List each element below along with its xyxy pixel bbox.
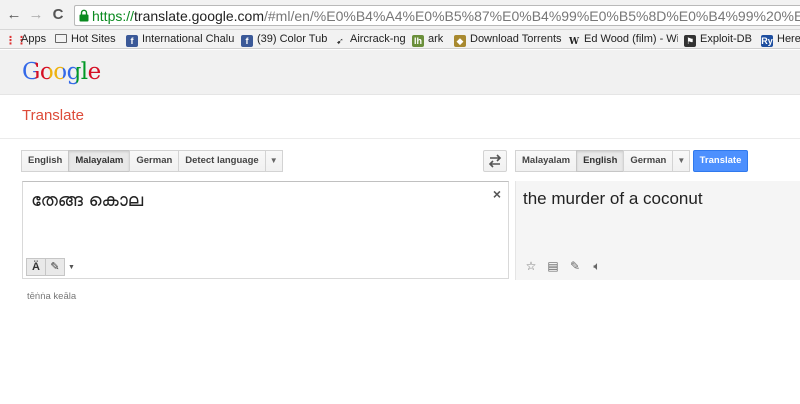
input-tools: Ä ✎ ▼ bbox=[26, 258, 75, 276]
bookmark-here[interactable]: Ry Here bbox=[761, 31, 800, 47]
bookmark-label: International Chalu bbox=[142, 33, 235, 45]
transliteration-text: tēṅṅa keāla bbox=[27, 291, 77, 302]
lh-icon: lh bbox=[412, 35, 424, 47]
back-button[interactable]: ← bbox=[6, 7, 22, 23]
clear-source-button[interactable]: × bbox=[493, 186, 501, 202]
source-lang-detect[interactable]: Detect language bbox=[178, 150, 266, 172]
bookmark-label: Hot Sites bbox=[71, 33, 116, 45]
bookmark-label: Exploit-DB bbox=[700, 33, 752, 45]
google-logo[interactable]: Google bbox=[22, 58, 101, 86]
url-scheme: https:// bbox=[92, 8, 135, 24]
target-lang-malayalam[interactable]: Malayalam bbox=[515, 150, 578, 172]
bookmark-label: Ed Wood (film) - Wi bbox=[584, 33, 678, 45]
lock-icon bbox=[79, 9, 89, 22]
source-text[interactable]: തേങ്ങ കൊല bbox=[31, 190, 143, 211]
bookmark-label: (39) Color Tub bbox=[257, 33, 328, 45]
source-text-area[interactable]: തേങ്ങ കൊല × Ä ✎ ▼ bbox=[22, 181, 509, 279]
bookmark-hot-sites[interactable]: Hot Sites bbox=[55, 31, 116, 47]
bookmarks-bar: ⋮⋮Apps Hot Sites f International Chalu f (… bbox=[0, 30, 800, 49]
virtual-keyboard-button[interactable]: Ä bbox=[26, 258, 46, 276]
translate-button[interactable]: Translate bbox=[693, 150, 748, 172]
bookmark-international-chalu[interactable]: f International Chalu bbox=[126, 31, 236, 47]
swap-languages-button[interactable] bbox=[483, 150, 507, 172]
swap-icon bbox=[488, 154, 502, 168]
source-lang-english[interactable]: English bbox=[21, 150, 70, 172]
google-header: Google bbox=[0, 50, 800, 95]
address-bar[interactable]: https://translate.google.com/#ml/en/%E0%… bbox=[74, 5, 800, 26]
target-lang-german[interactable]: German bbox=[623, 150, 674, 172]
folder-icon bbox=[55, 34, 67, 43]
reload-button[interactable]: C bbox=[50, 7, 66, 23]
handwriting-button[interactable]: ✎ bbox=[45, 258, 65, 276]
bookmark-aircrack[interactable]: ➹ Aircrack-ng bbox=[334, 31, 406, 47]
here-icon: Ry bbox=[761, 35, 773, 47]
bookmark-label: Here bbox=[777, 33, 800, 45]
target-lang-english[interactable]: English bbox=[576, 150, 625, 172]
bookmark-ed-wood[interactable]: W Ed Wood (film) - Wi bbox=[568, 31, 678, 47]
apps-grid-icon: ⋮⋮ bbox=[5, 35, 27, 47]
url-host: translate.google.com bbox=[134, 8, 264, 24]
facebook-icon: f bbox=[241, 35, 253, 47]
forward-button[interactable]: → bbox=[28, 7, 44, 23]
bookmark-apps[interactable]: ⋮⋮Apps bbox=[5, 31, 46, 47]
bookmark-label: ark bbox=[428, 33, 444, 45]
bookmark-download-torrents[interactable]: ◆ Download Torrents bbox=[454, 31, 562, 47]
chevron-down-icon: ▼ bbox=[269, 156, 278, 165]
bookmark-label: Download Torrents bbox=[470, 33, 562, 45]
speaker-icon[interactable]: 🔈︎ bbox=[590, 259, 604, 273]
browser-toolbar: ← → C https://translate.google.com/#ml/e… bbox=[0, 0, 800, 30]
source-language-bar: English Malayalam German Detect language… bbox=[21, 150, 283, 172]
wikipedia-icon: W bbox=[568, 37, 580, 47]
source-lang-malayalam[interactable]: Malayalam bbox=[68, 150, 131, 172]
url-text: https://translate.google.com/#ml/en/%E0%… bbox=[92, 7, 800, 25]
bookmark-color-tub[interactable]: f (39) Color Tub bbox=[241, 31, 327, 47]
chevron-down-icon: ▼ bbox=[677, 156, 686, 165]
facebook-icon: f bbox=[126, 35, 138, 47]
input-tools-dropdown-icon[interactable]: ▼ bbox=[68, 264, 75, 271]
shield-icon: ◆ bbox=[454, 35, 466, 47]
pencil-edit-icon[interactable]: ✎ bbox=[568, 259, 582, 273]
url-path: /#ml/en/%E0%B4%A4%E0%B5%87%E0%B4%99%E0%B… bbox=[264, 8, 800, 24]
aircrack-icon: ➹ bbox=[336, 36, 344, 46]
target-language-bar: Malayalam English German ▼ bbox=[515, 150, 691, 172]
translated-text[interactable]: the murder of a coconut bbox=[523, 189, 703, 209]
header-divider bbox=[0, 138, 800, 139]
source-lang-dropdown[interactable]: ▼ bbox=[264, 150, 283, 172]
source-lang-german[interactable]: German bbox=[129, 150, 180, 172]
translation-result: the murder of a coconut ☆ ▤ ✎ 🔈︎ bbox=[515, 181, 800, 280]
bookmark-label: Apps bbox=[21, 33, 47, 45]
bookmark-ark[interactable]: lh ark bbox=[412, 31, 443, 47]
exploit-db-icon: ⚑ bbox=[684, 35, 696, 47]
target-lang-dropdown[interactable]: ▼ bbox=[672, 150, 691, 172]
bookmark-label: Aircrack-ng bbox=[350, 33, 406, 45]
bookmark-exploit-db[interactable]: ⚑ Exploit-DB bbox=[684, 31, 752, 47]
page-title: Translate bbox=[22, 107, 84, 124]
select-text-icon[interactable]: ▤ bbox=[546, 259, 560, 273]
result-actions: ☆ ▤ ✎ 🔈︎ bbox=[524, 259, 604, 273]
star-icon[interactable]: ☆ bbox=[524, 259, 538, 273]
